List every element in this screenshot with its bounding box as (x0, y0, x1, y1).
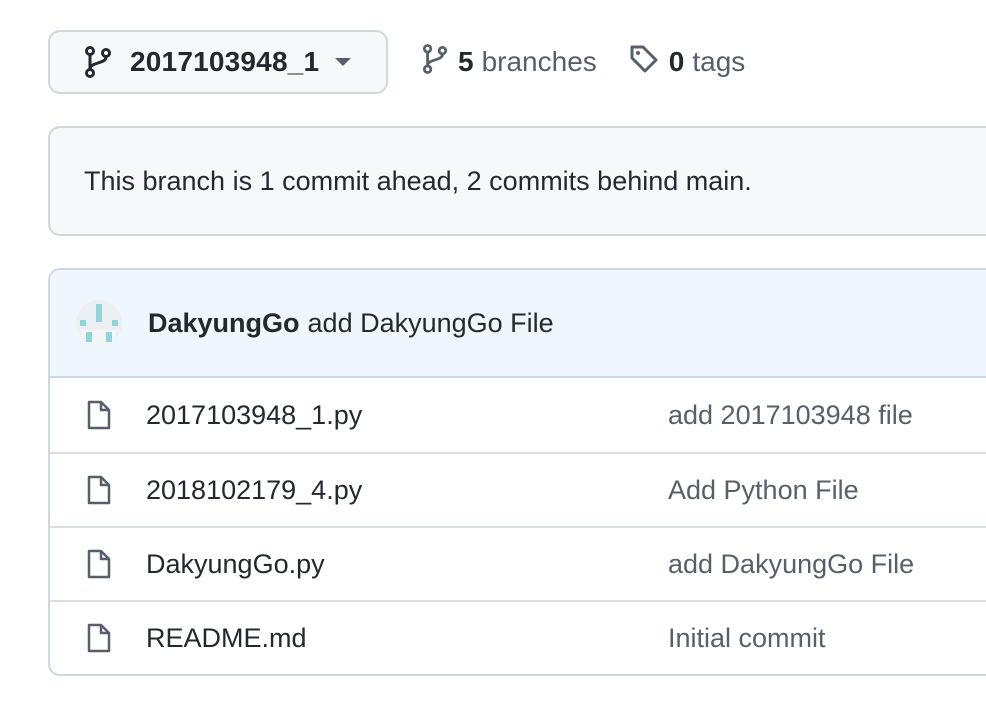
file-icon (86, 622, 112, 654)
avatar[interactable] (76, 300, 122, 346)
file-row: DakyungGo.py add DakyungGo File (50, 526, 986, 600)
branch-comparison-text: This branch is 1 commit ahead, 2 commits… (84, 165, 752, 196)
file-commit-message-link[interactable]: Add Python File (668, 475, 859, 506)
branch-select-button[interactable]: 2017103948_1 (48, 30, 388, 94)
file-commit-message-link[interactable]: add DakyungGo File (668, 549, 914, 580)
file-list: DakyungGo add DakyungGo File 2017103948_1… (48, 268, 986, 676)
branches-count: 5 (458, 46, 474, 77)
file-row: 2018102179_4.py Add Python File (50, 452, 986, 526)
file-icon (86, 399, 112, 431)
git-branch-icon (84, 46, 112, 78)
branches-link[interactable]: 5 branches (422, 43, 597, 82)
latest-commit-header: DakyungGo add DakyungGo File (50, 270, 986, 378)
git-branch-icon (422, 43, 448, 82)
file-name-link[interactable]: 2018102179_4.py (146, 475, 362, 506)
commit-message-link[interactable]: add DakyungGo File (308, 308, 554, 338)
file-name-link[interactable]: README.md (146, 623, 307, 654)
tags-label: tags (692, 46, 746, 77)
branch-comparison-notice: This branch is 1 commit ahead, 2 commits… (48, 126, 986, 236)
file-icon (86, 474, 112, 506)
tags-link[interactable]: 0 tags (629, 44, 746, 81)
avatar-pattern (86, 332, 92, 342)
tag-icon (629, 44, 659, 81)
file-commit-message-link[interactable]: Initial commit (668, 623, 826, 654)
branch-toolbar: 2017103948_1 5 branches 0 tags (48, 30, 745, 94)
file-icon (86, 548, 112, 580)
latest-commit-text: DakyungGo add DakyungGo File (148, 308, 554, 339)
file-row: 2017103948_1.py add 2017103948 file (50, 378, 986, 452)
avatar-pattern (80, 320, 86, 326)
file-name-link[interactable]: 2017103948_1.py (146, 400, 362, 431)
avatar-pattern (96, 304, 102, 322)
file-name-link[interactable]: DakyungGo.py (146, 549, 325, 580)
file-row: README.md Initial commit (50, 600, 986, 674)
caret-down-icon (335, 58, 352, 66)
file-commit-message-link[interactable]: add 2017103948 file (668, 400, 913, 431)
branches-label: branches (481, 46, 597, 77)
tags-count: 0 (668, 46, 685, 77)
current-branch-name: 2017103948_1 (130, 46, 320, 77)
commit-author-link[interactable]: DakyungGo (148, 308, 300, 338)
avatar-pattern (106, 332, 112, 342)
repository-file-navigation: 2017103948_1 5 branches 0 tags This bran… (0, 0, 986, 704)
avatar-pattern (112, 320, 118, 326)
